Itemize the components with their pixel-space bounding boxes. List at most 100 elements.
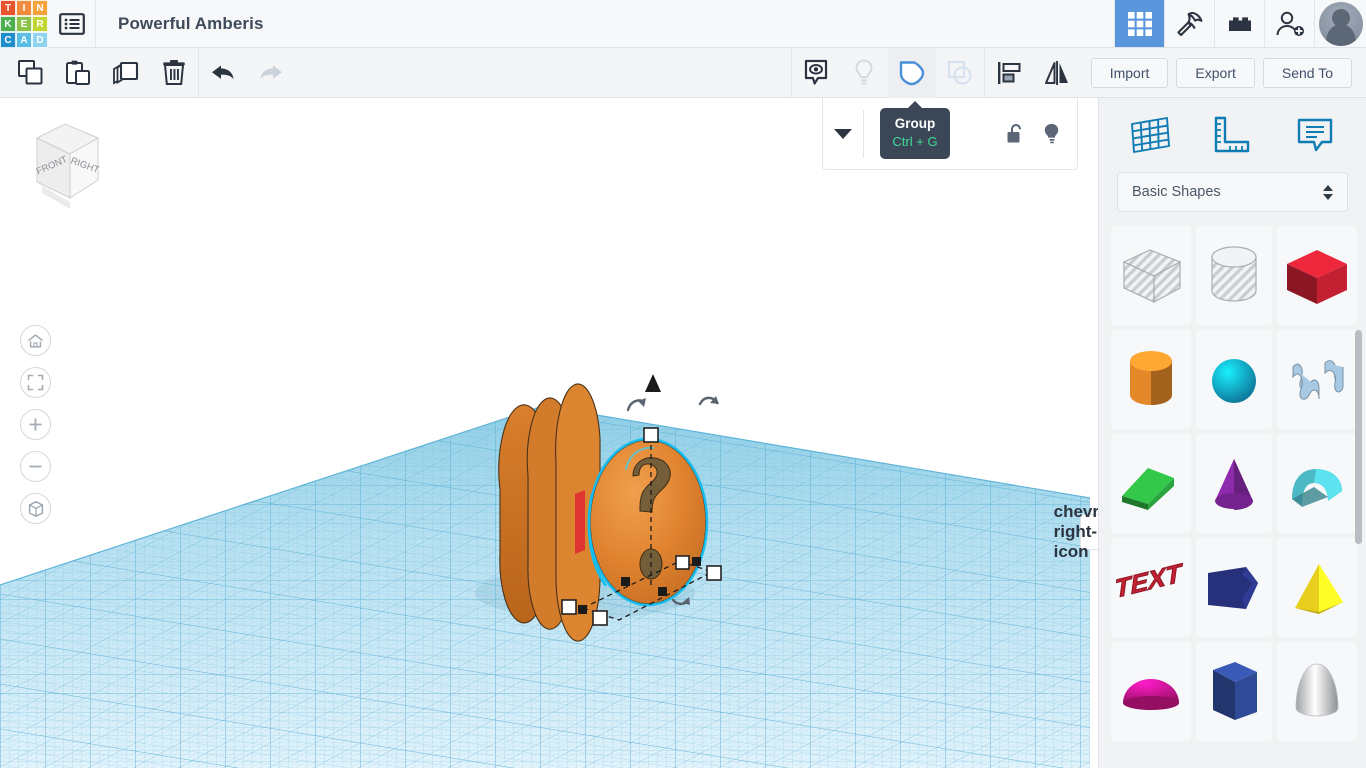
redo-button[interactable] [247, 48, 295, 98]
logo-cell: N [32, 0, 48, 16]
eye-tag-icon [802, 58, 830, 88]
top-bar-actions [1114, 0, 1366, 47]
shape-box[interactable] [1277, 226, 1357, 325]
light-button[interactable] [840, 48, 888, 98]
shape-gallery-scrollbar[interactable] [1355, 330, 1362, 544]
shape-category-wrap: Basic Shapes [1099, 172, 1366, 212]
shape-cylinder-hole[interactable] [1196, 226, 1272, 325]
shape-cone[interactable] [1196, 434, 1272, 533]
height-handle[interactable] [645, 374, 661, 392]
zoom-out-button[interactable] [20, 451, 51, 482]
hide-show-button[interactable] [792, 48, 840, 98]
shape-category-label: Basic Shapes [1132, 184, 1221, 200]
avatar [1318, 1, 1363, 46]
tab-workplane[interactable] [1119, 109, 1181, 161]
stepper-arrows-icon [1323, 184, 1333, 200]
align-button[interactable] [985, 48, 1033, 98]
shape-half-sphere-icon [1113, 665, 1189, 719]
logo-cell: K [0, 16, 16, 32]
duplicate-icon [112, 59, 140, 86]
mirror-button[interactable] [1033, 48, 1081, 98]
trash-icon [162, 59, 186, 87]
project-menu-button[interactable] [48, 0, 96, 47]
shape-polygon[interactable] [1196, 642, 1272, 741]
clipboard-tools [0, 47, 295, 98]
shape-gallery[interactable]: TEXT [1099, 226, 1366, 768]
invite-button[interactable] [1264, 0, 1314, 47]
tinker-button[interactable] [1164, 0, 1214, 47]
user-avatar-button[interactable] [1314, 0, 1366, 47]
fit-view-button[interactable] [20, 367, 51, 398]
logo-cell: R [32, 16, 48, 32]
apps-grid-button[interactable] [1114, 0, 1164, 47]
tab-notes[interactable] [1284, 109, 1346, 161]
tinkercad-logo[interactable]: T I N K E R C A D [0, 0, 48, 48]
fit-frame-icon [27, 374, 44, 391]
undo-button[interactable] [199, 48, 247, 98]
panel-tabs [1099, 98, 1366, 172]
shape-sphere-icon [1199, 345, 1269, 415]
property-actions [1006, 122, 1077, 146]
apps-grid-icon [1127, 11, 1153, 37]
paste-button[interactable] [54, 48, 102, 98]
duplicate-button[interactable] [102, 48, 150, 98]
shape-cylinder[interactable] [1111, 330, 1191, 429]
ungroup-button[interactable] [936, 48, 984, 98]
note-bubble-icon [1292, 112, 1338, 158]
send-to-button[interactable]: Send To [1262, 57, 1352, 88]
shape-half-sphere[interactable] [1111, 642, 1191, 741]
home-view-button[interactable] [20, 325, 51, 356]
copy-button[interactable] [6, 48, 54, 98]
right-panel: Basic Shapes TEXT [1098, 98, 1366, 768]
blocks-button[interactable] [1214, 0, 1264, 47]
shape-roof-icon [1278, 453, 1356, 515]
mirror-flip-icon [1042, 60, 1072, 86]
unlocked-padlock-icon[interactable] [1006, 123, 1025, 145]
tooltip-title: Group [894, 116, 936, 131]
shape-property-bar: Shapes (2) [822, 98, 1078, 170]
shape-cylinder-hole-icon [1199, 239, 1269, 313]
3d-viewport[interactable]: FRONT RIGHT [0, 98, 1098, 768]
shape-paraboloid[interactable] [1196, 538, 1272, 637]
shape-pyramid[interactable] [1277, 538, 1357, 637]
logo-cell: A [16, 32, 32, 48]
redo-arrow-icon [256, 62, 286, 84]
export-button[interactable]: Export [1176, 57, 1255, 88]
shape-wedge[interactable] [1111, 434, 1191, 533]
tooltip-shortcut: Ctrl + G [892, 133, 938, 149]
lightbulb-icon[interactable] [1043, 122, 1061, 146]
ungroup-shapes-icon [946, 59, 974, 87]
view-cube[interactable]: FRONT RIGHT [20, 116, 110, 216]
shape-polygon-icon [1201, 654, 1267, 730]
import-button[interactable]: Import [1090, 57, 1169, 88]
grid-plane-icon [1127, 112, 1173, 158]
shape-box-icon [1277, 240, 1357, 312]
file-actions: Import Export Send To [1090, 57, 1366, 88]
shape-round-roof[interactable] [1277, 642, 1357, 741]
ruler-icon [1209, 112, 1255, 158]
shape-box-hole[interactable] [1111, 226, 1191, 325]
brick-icon [1225, 12, 1255, 36]
shape-scribble[interactable] [1277, 330, 1357, 429]
zoom-in-button[interactable] [20, 409, 51, 440]
model-front-disc [589, 439, 707, 605]
logo-cell: T [0, 0, 16, 16]
tab-ruler[interactable] [1201, 109, 1263, 161]
svg-text:TEXT: TEXT [1113, 563, 1184, 604]
group-button[interactable] [888, 47, 936, 98]
panel-collapse-handle[interactable]: chevron-right-icon [1054, 502, 1098, 561]
group-tooltip: Group Ctrl + G [880, 108, 950, 160]
shape-roof[interactable] [1277, 434, 1357, 533]
ortho-perspective-button[interactable] [20, 493, 51, 524]
shape-text-icon: TEXT [1111, 563, 1191, 613]
delete-button[interactable] [150, 48, 198, 98]
shape-text[interactable]: TEXT [1111, 538, 1191, 637]
shape-category-select[interactable]: Basic Shapes [1117, 172, 1348, 212]
shape-wedge-icon [1112, 452, 1190, 516]
copy-icon [17, 59, 44, 86]
property-collapse-button[interactable] [823, 128, 863, 139]
tinkercad-app: T I N K E R C A D Powerful Amberis Impor… [0, 0, 1366, 768]
undo-arrow-icon [208, 62, 238, 84]
shape-sphere[interactable] [1196, 330, 1272, 429]
model-thread-barrel [498, 383, 601, 642]
